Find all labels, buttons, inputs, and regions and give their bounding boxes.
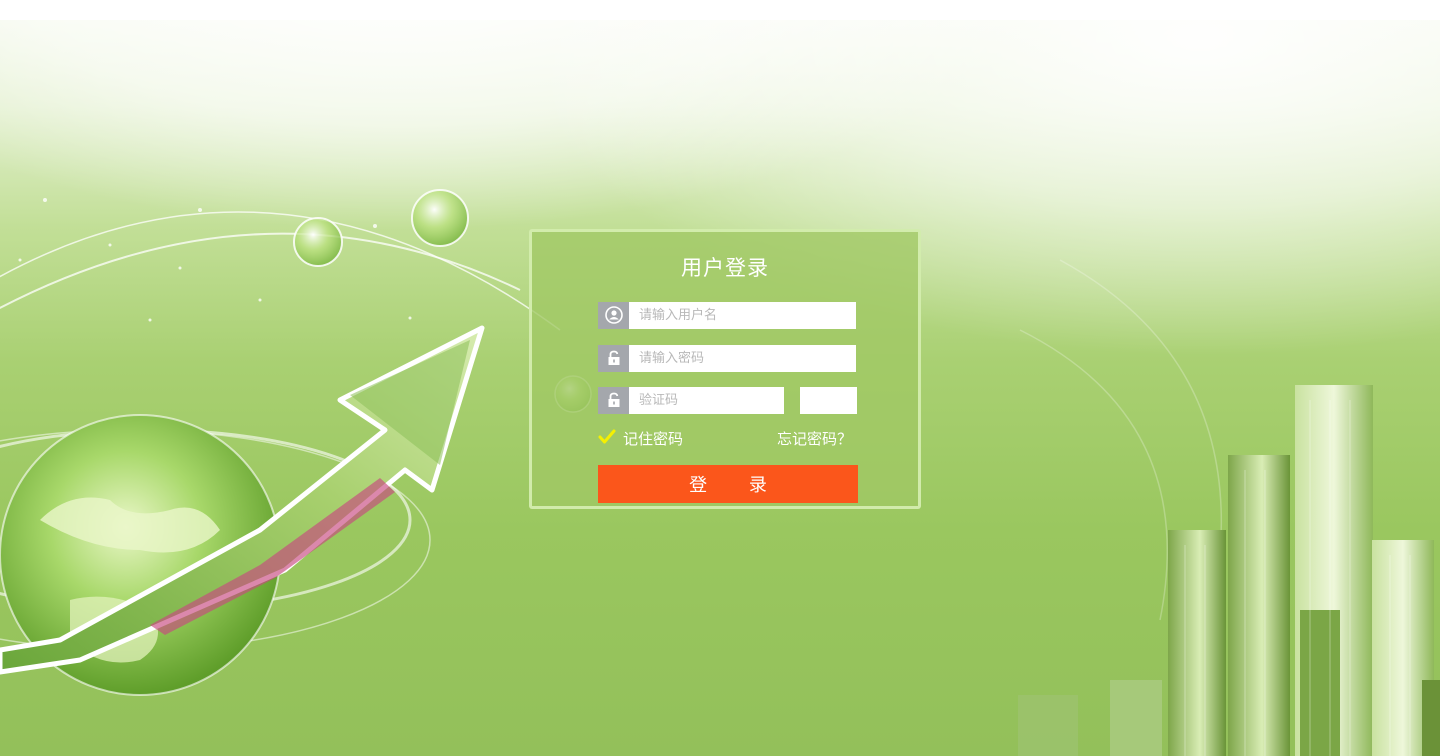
lock-icon [598,345,629,372]
password-row [598,345,858,372]
login-page: 用户登录 请输入用户名 验证码 记住密码 忘记密码？ 登 录 [0,0,1440,756]
forgot-password-link[interactable]: 忘记密码？ [777,428,852,449]
lock-icon [598,387,629,414]
login-title: 用户登录 [681,256,769,280]
password-input[interactable] [629,345,856,372]
checkmark-icon [598,429,616,449]
username-input[interactable] [629,302,856,329]
captcha-input[interactable] [629,387,784,414]
captcha-image[interactable] [800,387,857,414]
captcha-row [598,387,858,414]
remember-password-label: 记住密码 [623,430,684,448]
city-skyline [1018,385,1440,756]
login-button[interactable]: 登 录 [598,465,858,503]
login-panel: 用户登录 请输入用户名 验证码 记住密码 忘记密码？ 登 录 [529,229,921,509]
sparkles [18,198,412,322]
username-row [598,302,858,329]
user-icon [598,302,629,329]
